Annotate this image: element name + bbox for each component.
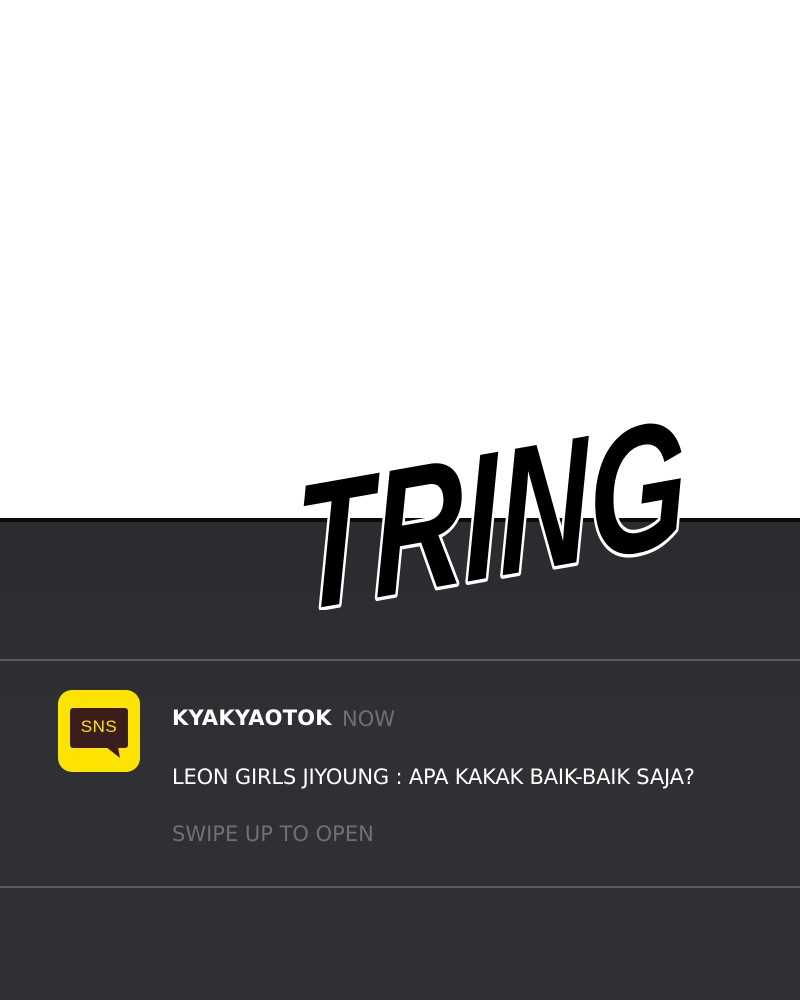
app-name: KYAKYAOTOK [172,706,332,730]
swipe-hint: SWIPE UP TO OPEN [172,822,374,846]
app-icon-label: SNS [80,717,118,736]
sfx-text-outline: TRING [296,380,690,610]
notification-bottom-divider [0,886,800,888]
notification-message: LEON GIRLS JIYOUNG : APA KAKAK BAIK-BAIK… [172,765,695,789]
notification-timestamp: NOW [342,707,396,731]
tring-sound-effect: TRING [296,376,693,610]
sns-app-icon[interactable]: SNS [58,690,140,772]
